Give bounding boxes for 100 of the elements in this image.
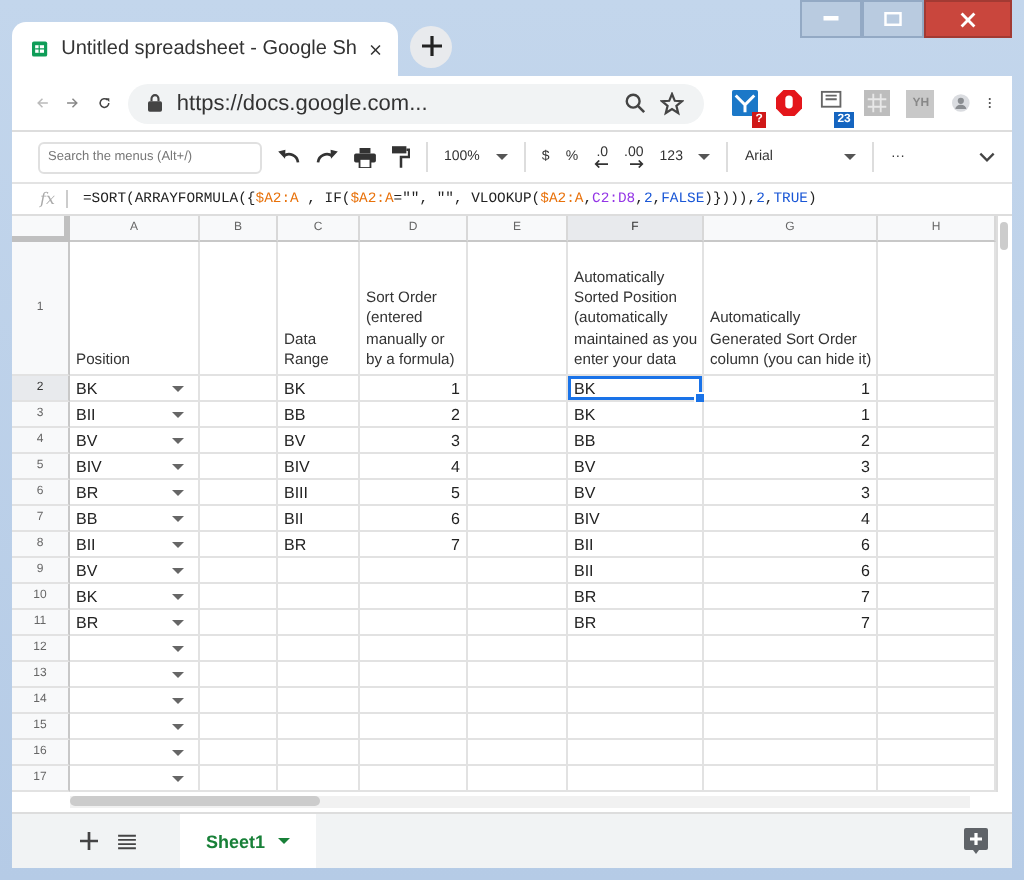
table-cell: BK bbox=[70, 376, 200, 402]
sheets-icon bbox=[32, 38, 48, 60]
avatar-icon[interactable] bbox=[952, 88, 971, 118]
table-cell: 2 bbox=[360, 402, 468, 428]
reload-icon[interactable] bbox=[97, 92, 111, 114]
dropdown-arrow-icon[interactable] bbox=[172, 437, 184, 443]
undo-icon[interactable] bbox=[278, 148, 300, 166]
empty-cell bbox=[278, 714, 360, 740]
close-button[interactable] bbox=[924, 0, 1012, 38]
table-cell: BV bbox=[278, 428, 360, 454]
dropdown-arrow-icon[interactable] bbox=[172, 567, 184, 573]
empty-cell bbox=[568, 688, 704, 714]
redo-icon[interactable] bbox=[316, 148, 338, 166]
table-cell: BV bbox=[568, 480, 704, 506]
dropdown-arrow-icon[interactable] bbox=[172, 645, 184, 651]
table-cell: BIV bbox=[278, 454, 360, 480]
minimize-icon bbox=[822, 16, 840, 22]
empty-cell bbox=[200, 584, 278, 610]
empty-cell bbox=[468, 740, 568, 766]
table-cell: 1 bbox=[704, 376, 878, 402]
browser-tab[interactable]: Untitled spreadsheet - Google Sh bbox=[12, 22, 398, 76]
url-text: https://docs.google.com... bbox=[176, 91, 428, 115]
empty-cell bbox=[468, 688, 568, 714]
dropdown-arrow-icon[interactable] bbox=[172, 489, 184, 495]
explore-icon[interactable] bbox=[964, 828, 988, 854]
table-cell: BII bbox=[70, 402, 200, 428]
caret-icon bbox=[844, 154, 857, 160]
empty-cell bbox=[468, 610, 568, 636]
empty-cell bbox=[200, 532, 278, 558]
plus-icon bbox=[80, 832, 98, 850]
empty-cell bbox=[468, 428, 568, 454]
horizontal-scrollbar[interactable] bbox=[70, 796, 970, 808]
print-icon[interactable] bbox=[354, 147, 376, 167]
search-icon[interactable] bbox=[624, 92, 647, 114]
empty-cell bbox=[568, 714, 704, 740]
table-cell: BB bbox=[278, 402, 360, 428]
table-cell: BII bbox=[70, 532, 200, 558]
empty-cell bbox=[200, 454, 278, 480]
dropdown-arrow-icon[interactable] bbox=[172, 723, 184, 729]
close-icon[interactable] bbox=[370, 41, 382, 57]
dropdown-arrow-icon[interactable] bbox=[172, 411, 184, 417]
empty-cell bbox=[468, 636, 568, 662]
close-icon bbox=[960, 11, 976, 27]
table-cell: BII bbox=[568, 532, 704, 558]
dropdown-arrow-icon[interactable] bbox=[172, 619, 184, 625]
dropdown-arrow-icon[interactable] bbox=[172, 749, 184, 755]
empty-cell bbox=[468, 506, 568, 532]
dropdown-arrow-icon[interactable] bbox=[172, 697, 184, 703]
fx-label: fx bbox=[40, 190, 69, 208]
empty-cell bbox=[568, 636, 704, 662]
sheet-tab[interactable]: Sheet1 bbox=[180, 814, 316, 868]
empty-cell bbox=[468, 584, 568, 610]
table-cell: 6 bbox=[704, 558, 878, 584]
dropdown-arrow-icon[interactable] bbox=[172, 775, 184, 781]
table-cell: BR bbox=[568, 610, 704, 636]
table-cell: BII bbox=[568, 558, 704, 584]
empty-cell bbox=[468, 376, 568, 402]
table-cell: BR bbox=[70, 610, 200, 636]
empty-cell bbox=[360, 714, 468, 740]
table-cell: BR bbox=[70, 480, 200, 506]
empty-cell bbox=[278, 558, 360, 584]
table-cell: BIII bbox=[278, 480, 360, 506]
empty-cell bbox=[278, 688, 360, 714]
dropdown-arrow-icon[interactable] bbox=[172, 515, 184, 521]
arrow-icon bbox=[629, 160, 644, 168]
empty-cell bbox=[468, 532, 568, 558]
table-cell: BIV bbox=[70, 454, 200, 480]
arrow-icon bbox=[594, 160, 609, 168]
caret-icon bbox=[698, 154, 711, 160]
address-field[interactable]: https://docs.google.com... bbox=[128, 83, 705, 123]
fill-handle[interactable] bbox=[694, 392, 706, 404]
empty-cell bbox=[200, 558, 278, 584]
paint-roller-icon[interactable] bbox=[392, 146, 410, 168]
maximize-icon bbox=[884, 12, 902, 26]
caret-icon bbox=[277, 838, 290, 844]
star-icon[interactable] bbox=[660, 91, 685, 115]
table-cell: BII bbox=[278, 506, 360, 532]
dropdown-arrow-icon[interactable] bbox=[172, 385, 184, 391]
empty-cell bbox=[468, 714, 568, 740]
dropdown-arrow-icon[interactable] bbox=[172, 541, 184, 547]
empty-cell bbox=[468, 402, 568, 428]
table-cell: 3 bbox=[704, 454, 878, 480]
table-cell: 6 bbox=[360, 506, 468, 532]
table-cell: BV bbox=[70, 558, 200, 584]
lock-icon bbox=[148, 94, 163, 112]
dropdown-arrow-icon[interactable] bbox=[172, 671, 184, 677]
dropdown-arrow-icon[interactable] bbox=[172, 463, 184, 469]
table-cell: 4 bbox=[704, 506, 878, 532]
dropdown-arrow-icon[interactable] bbox=[172, 593, 184, 599]
empty-cell bbox=[360, 558, 468, 584]
table-cell: 1 bbox=[360, 376, 468, 402]
new-tab-button[interactable] bbox=[410, 25, 452, 67]
table-cell: 2 bbox=[704, 428, 878, 454]
empty-cell bbox=[360, 610, 468, 636]
chevron-icon[interactable] bbox=[978, 152, 996, 162]
vertical-scrollbar[interactable] bbox=[996, 216, 1012, 792]
selected-cell: BK bbox=[568, 376, 704, 402]
empty-cell bbox=[278, 610, 360, 636]
empty-cell bbox=[278, 662, 360, 688]
table-cell: 7 bbox=[360, 532, 468, 558]
